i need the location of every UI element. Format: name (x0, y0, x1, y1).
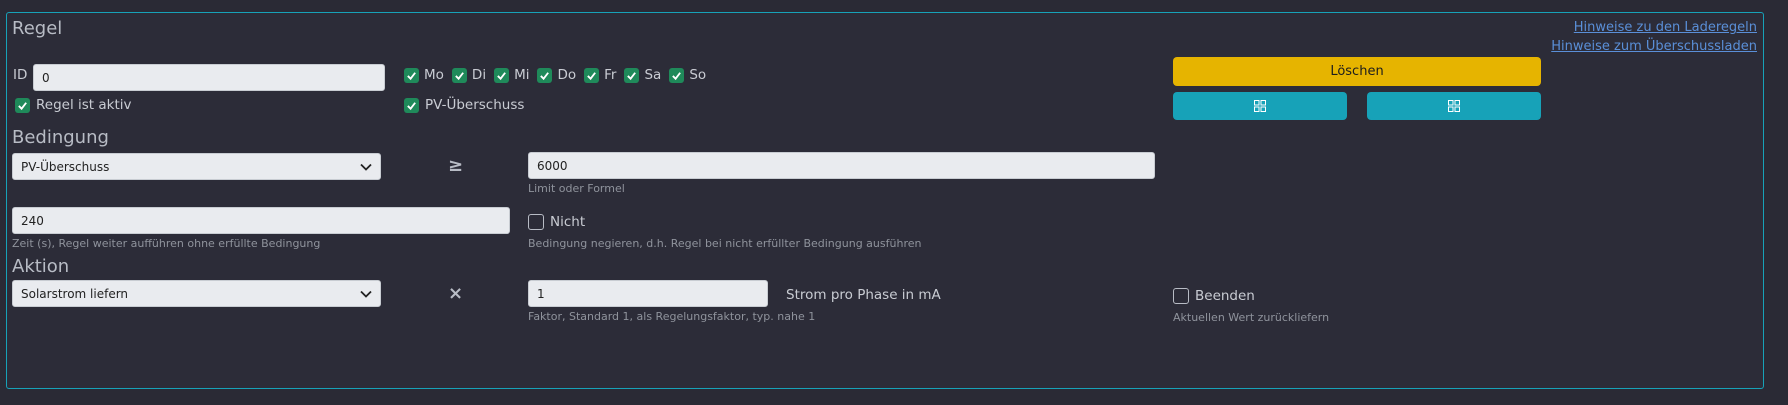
time-hint: Zeit (s), Regel weiter aufführen ohne er… (12, 237, 321, 250)
multiply-operator: × (448, 283, 464, 304)
unit-label: Strom pro Phase in mA (786, 287, 941, 303)
condition-section-title: Bedingung (12, 127, 109, 148)
grid-icon (1254, 100, 1266, 112)
rule-panel: Regel Hinweise zu den Laderegeln Hinweis… (6, 12, 1764, 389)
condition-source-select[interactable]: PV-Überschuss (12, 153, 381, 180)
delete-button[interactable]: Löschen (1173, 57, 1541, 86)
check-icon (587, 71, 597, 80)
end-checkbox[interactable] (1173, 288, 1189, 304)
charge-rules-hint-link[interactable]: Hinweise zu den Laderegeln (1574, 20, 1757, 35)
weekday-so[interactable]: So (669, 67, 706, 83)
id-label: ID (13, 67, 28, 83)
rule-section-title: Regel (12, 18, 63, 39)
grid-icon (1448, 100, 1460, 112)
active-checkbox[interactable] (15, 97, 30, 113)
action-section-title: Aktion (12, 256, 70, 277)
weekday-checkboxes: Mo Di Mi Do Fr Sa So (404, 67, 706, 83)
weekday-mi[interactable]: Mi (494, 67, 529, 83)
action-type-value: Solarstrom liefern (21, 286, 129, 301)
check-icon (407, 71, 416, 80)
limit-hint: Limit oder Formel (528, 182, 625, 195)
greater-equal-operator: ≥ (448, 155, 464, 176)
weekday-fr[interactable]: Fr (584, 67, 616, 83)
check-icon (407, 101, 416, 110)
pv-surplus-checkbox-row[interactable]: PV-Überschuss (404, 97, 524, 113)
active-label: Regel ist aktiv (36, 97, 132, 113)
check-icon (18, 101, 27, 110)
copy-button-2[interactable] (1367, 92, 1541, 120)
weekday-do[interactable]: Do (537, 67, 576, 83)
limit-input[interactable]: 6000 (528, 152, 1155, 179)
factor-input[interactable]: 1 (528, 280, 768, 307)
end-checkbox-row[interactable]: Beenden (1173, 288, 1255, 304)
weekday-di[interactable]: Di (451, 67, 486, 83)
condition-source-value: PV-Überschuss (21, 159, 110, 174)
not-hint: Bedingung negieren, d.h. Regel bei nicht… (528, 237, 922, 250)
chevron-down-icon (360, 290, 372, 298)
pv-surplus-checkbox[interactable] (404, 97, 419, 113)
check-icon (540, 71, 550, 80)
id-input[interactable]: 0 (33, 64, 385, 91)
check-icon (455, 71, 464, 80)
weekday-sa[interactable]: Sa (624, 67, 661, 83)
check-icon (497, 71, 506, 80)
end-label: Beenden (1195, 288, 1255, 304)
check-icon (627, 71, 637, 80)
active-checkbox-row[interactable]: Regel ist aktiv (15, 97, 132, 113)
not-checkbox[interactable] (528, 214, 544, 230)
pv-surplus-label: PV-Überschuss (425, 97, 525, 113)
not-label: Nicht (550, 214, 586, 230)
weekday-mo[interactable]: Mo (404, 67, 444, 83)
time-input[interactable]: 240 (12, 207, 510, 234)
not-checkbox-row[interactable]: Nicht (528, 214, 585, 230)
action-type-select[interactable]: Solarstrom liefern (12, 280, 381, 307)
factor-hint: Faktor, Standard 1, als Regelungsfaktor,… (528, 310, 816, 323)
surplus-hint-link[interactable]: Hinweise zum Überschussladen (1551, 39, 1757, 54)
copy-button-1[interactable] (1173, 92, 1347, 120)
check-icon (672, 71, 682, 80)
chevron-down-icon (360, 163, 372, 171)
end-hint: Aktuellen Wert zurückliefern (1173, 311, 1330, 324)
